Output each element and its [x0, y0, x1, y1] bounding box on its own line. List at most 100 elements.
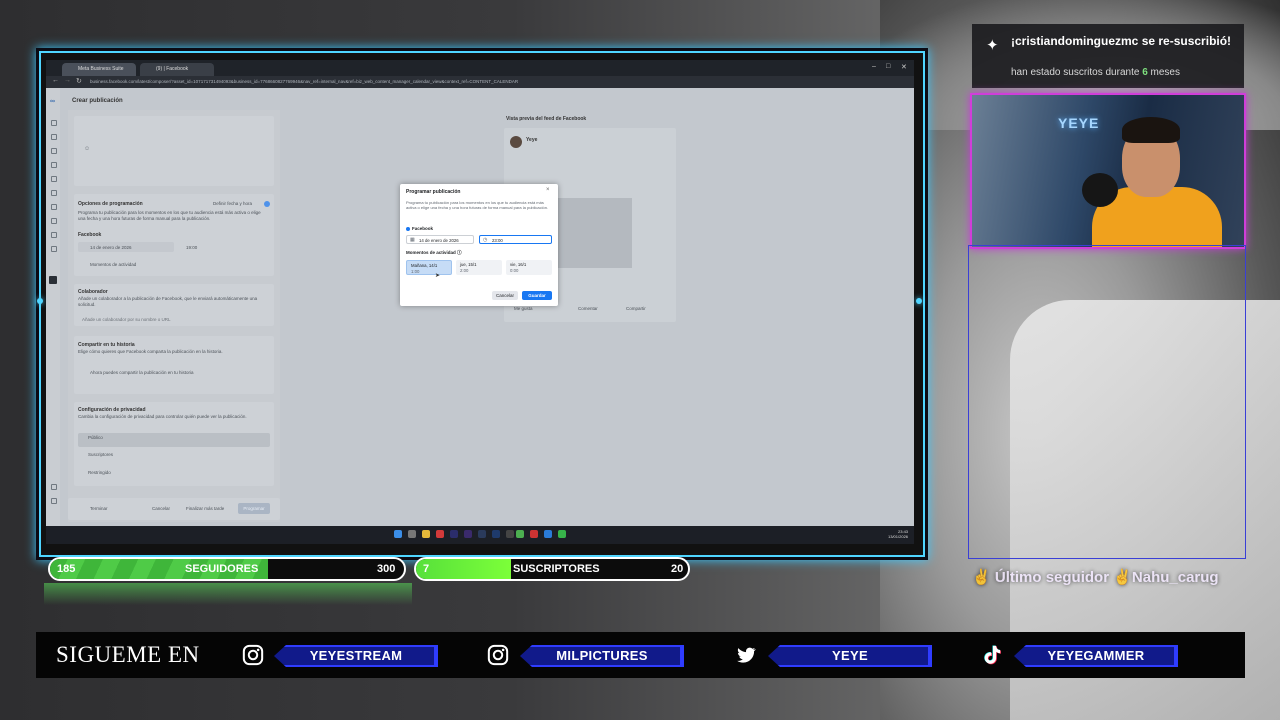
footer-cancel-button[interactable]: Cancelar: [152, 506, 170, 511]
instagram-icon: [487, 644, 509, 666]
windows-start-icon[interactable]: [394, 530, 402, 538]
webcam-neon-sign: YEYE: [1058, 115, 1100, 131]
taskbar-app-icon[interactable]: [530, 530, 538, 538]
last-follower-label: Último seguidor: [994, 569, 1110, 586]
social-title: SIGUEME EN: [56, 642, 200, 667]
nav-insights-icon[interactable]: [51, 204, 57, 210]
followers-goal: 300: [377, 563, 396, 575]
footer-publish-button[interactable]: Programar: [238, 503, 270, 514]
instagram-icon: [242, 644, 264, 666]
preview-title: Vista previa del feed de Facebook: [506, 116, 587, 122]
date-input[interactable]: 14 de enero de 2026: [90, 245, 132, 250]
social-handle: YEYEGAMMER: [1047, 648, 1145, 663]
nav-tools-icon[interactable]: [51, 218, 57, 224]
schedule-toggle[interactable]: [264, 201, 270, 207]
frame-accent-dot: [916, 298, 922, 304]
info-icon[interactable]: ⓘ: [457, 250, 462, 255]
activity-slot-2[interactable]: jue, 15/1 2:00: [456, 260, 502, 275]
activity-times-link[interactable]: Momentos de actividad: [90, 262, 136, 267]
privacy-option[interactable]: Suscriptores: [88, 452, 113, 457]
webcam-frame: YEYE: [970, 93, 1246, 249]
modal-cancel-button[interactable]: Cancelar: [492, 291, 518, 300]
forward-icon[interactable]: →: [64, 77, 71, 84]
nav-monetization-icon[interactable]: [51, 232, 57, 238]
slot-time: 2:00: [460, 268, 469, 273]
modal-time-input[interactable]: ◷ 23:00: [479, 235, 552, 244]
slot-day: jue, 15/1: [460, 262, 477, 267]
social-handle: MILPICTURES: [556, 648, 648, 663]
clock-icon: ◷: [483, 237, 488, 243]
nav-ads-icon[interactable]: [51, 190, 57, 196]
taskbar-chrome-icon[interactable]: [436, 530, 444, 538]
taskbar-app-icon[interactable]: [506, 530, 514, 538]
victory-hand-icon: ✌: [972, 569, 991, 586]
privacy-option[interactable]: Público: [88, 435, 103, 440]
preview-like: Me gusta: [514, 306, 533, 311]
back-icon[interactable]: ←: [52, 77, 59, 84]
tab-label: Meta Business Suite: [78, 66, 124, 72]
modal-date-input[interactable]: ▦ 14 de enero de 2026: [406, 235, 474, 244]
microphone-icon: [1082, 173, 1118, 207]
social-handle: YEYESTREAM: [309, 648, 403, 663]
post-text-card[interactable]: [74, 116, 274, 186]
story-option[interactable]: Ahora puedes compartir la publicación en…: [90, 370, 194, 375]
maximize-icon[interactable]: □: [886, 63, 890, 70]
preview-comment: Comentar: [578, 306, 598, 311]
social-link-milpictures[interactable]: MILPICTURES: [520, 645, 684, 667]
reload-icon[interactable]: ↻: [76, 77, 82, 85]
preview-avatar: [510, 136, 522, 148]
tiktok-icon: [984, 645, 1001, 665]
emoji-icon[interactable]: ☺: [84, 146, 90, 152]
page-title: Crear publicación: [72, 98, 123, 104]
nav-edit-icon[interactable]: [51, 148, 57, 154]
activity-slot-1[interactable]: Mañana, 14/1 1:00: [406, 260, 452, 275]
subscribers-current: 7: [423, 563, 430, 575]
collaborator-input[interactable]: Añade un colaborador por su nombre o URL: [82, 317, 171, 322]
sparkle-icon: ✦: [986, 37, 999, 54]
subscribers-goal-fill: [416, 559, 512, 579]
taskbar-photoshop-icon[interactable]: [492, 530, 500, 538]
nav-menu-icon[interactable]: [49, 276, 57, 284]
taskbar-chrome-active-icon[interactable]: [516, 530, 524, 538]
footer-terminar[interactable]: Terminar: [90, 506, 108, 511]
taskbar-app-icon[interactable]: [558, 530, 566, 538]
bar-glow: [44, 583, 412, 605]
taskbar-premiere-icon[interactable]: [450, 530, 458, 538]
close-window-icon[interactable]: ✕: [901, 63, 907, 71]
nav-settings-icon[interactable]: [51, 246, 57, 252]
slot-day: Mañana, 14/1: [411, 263, 438, 268]
nav-search-icon[interactable]: [51, 484, 57, 490]
taskbar-aftereffects-icon[interactable]: [464, 530, 472, 538]
nav-inbox-icon[interactable]: [51, 162, 57, 168]
taskbar-clock[interactable]: 23:43 13/01/2026: [888, 529, 908, 539]
social-link-yeyegammer[interactable]: YEYEGAMMER: [1014, 645, 1178, 667]
modal-save-button[interactable]: Guardar: [522, 291, 552, 300]
collaborator-desc: Añade un colaborador a la publicación de…: [78, 296, 258, 307]
url-text[interactable]: business.facebook.com/latest/composer/?a…: [90, 79, 518, 84]
privacy-option-selected[interactable]: [78, 433, 270, 447]
taskbar-app-icon[interactable]: [544, 530, 552, 538]
modal-close-icon[interactable]: ×: [546, 187, 550, 193]
nav-calendar-icon[interactable]: [51, 176, 57, 182]
slot-day: vie, 16/1: [510, 262, 527, 267]
meta-logo-icon[interactable]: ∞: [50, 98, 55, 105]
taskbar-lightroom-icon[interactable]: [478, 530, 486, 538]
minimize-icon[interactable]: –: [872, 63, 876, 70]
nav-notifications-icon[interactable]: [51, 134, 57, 140]
social-handle: YEYE: [832, 648, 868, 663]
footer-later-button[interactable]: Finalizar más tarde: [186, 506, 224, 511]
alert-suffix: meses: [1147, 67, 1180, 78]
modal-facebook-row: Facebook: [406, 226, 433, 231]
nav-home-icon[interactable]: [51, 120, 57, 126]
social-link-yeyestream[interactable]: YEYESTREAM: [274, 645, 438, 667]
browser-tab-facebook[interactable]: (9) | Facebook: [140, 63, 214, 76]
taskbar-explorer-icon[interactable]: [422, 530, 430, 538]
taskbar-search-icon[interactable]: [408, 530, 416, 538]
privacy-option[interactable]: Restringido: [88, 470, 111, 475]
modal-title: Programar publicación: [406, 189, 461, 195]
browser-tab-business-suite[interactable]: Meta Business Suite: [62, 63, 136, 76]
activity-slot-3[interactable]: vie, 16/1 0:00: [506, 260, 552, 275]
nav-help-icon[interactable]: [51, 498, 57, 504]
social-link-yeye[interactable]: YEYE: [768, 645, 932, 667]
time-input[interactable]: 19:00: [186, 245, 197, 250]
